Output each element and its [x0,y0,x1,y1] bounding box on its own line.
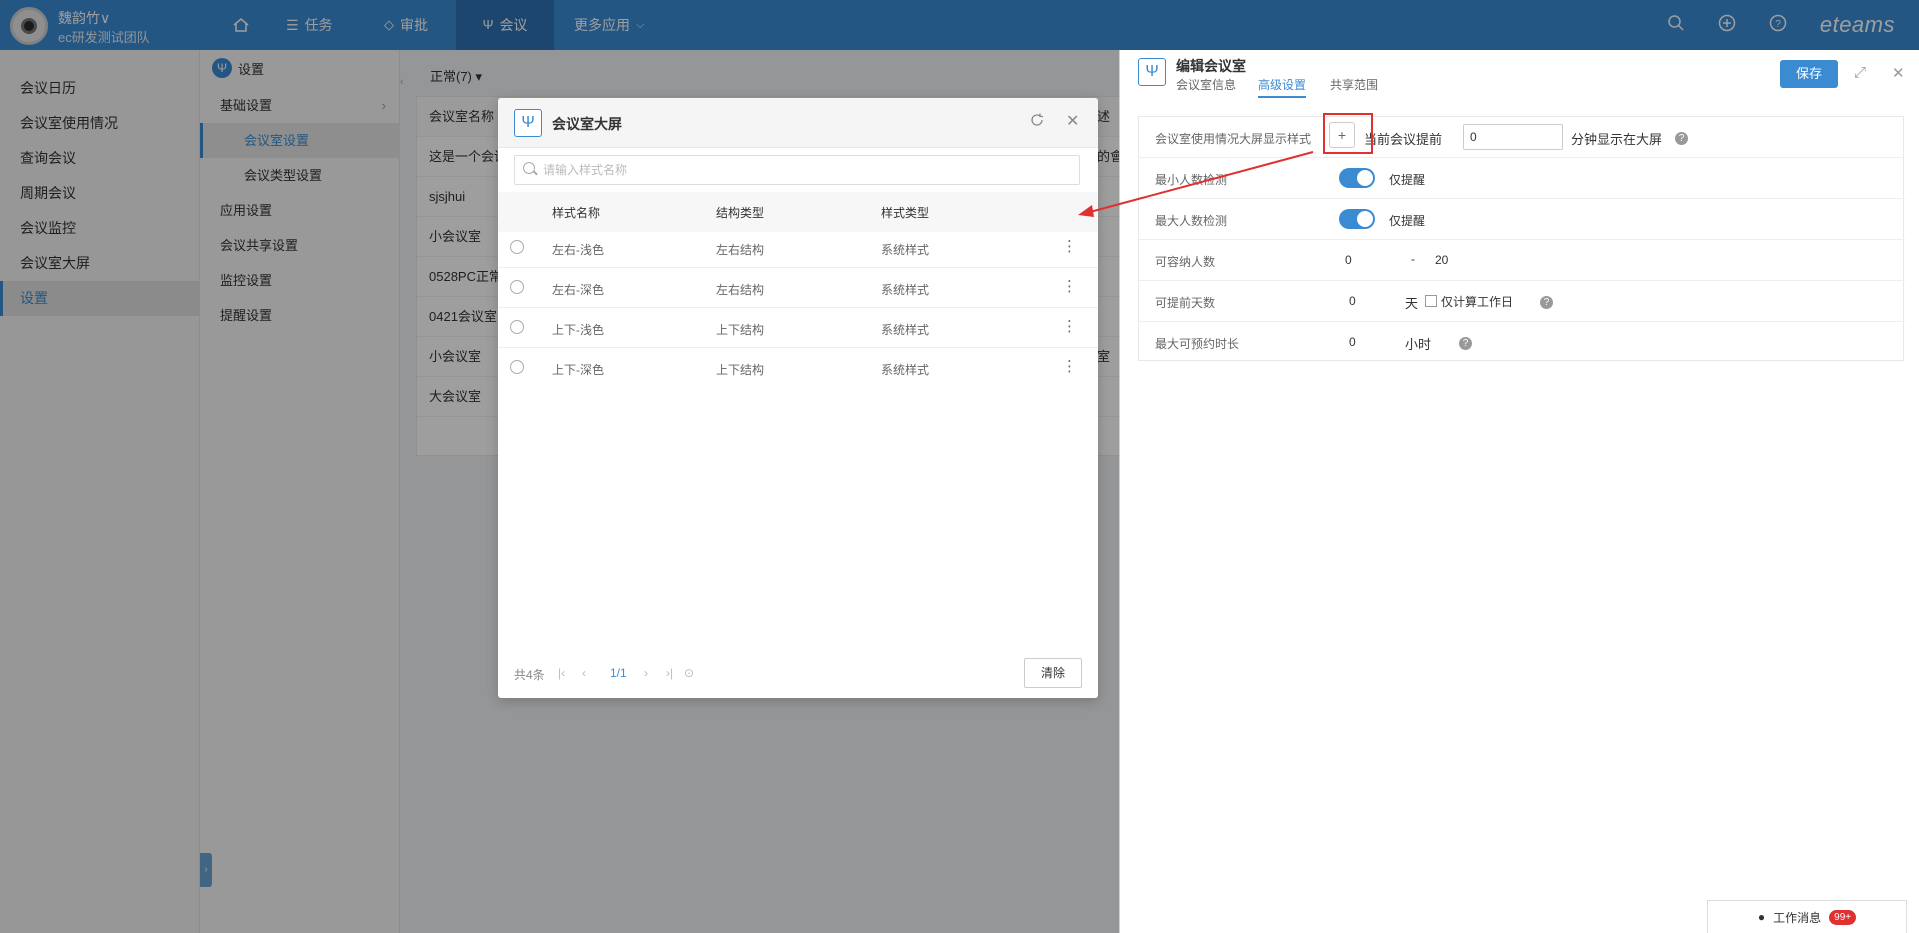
advance-days-row: 可提前天数 0 天 仅计算工作日 ? [1139,281,1905,322]
style-name: 上下-深色 [552,363,604,377]
first-page-icon[interactable]: |‹ [558,666,565,680]
total-count: 共4条 [514,668,545,682]
table-row[interactable]: 左右-深色 左右结构 系统样式 ⋮ [498,268,1098,308]
style-name: 左右-深色 [552,283,604,297]
style-name: 上下-浅色 [552,323,604,337]
tab-room-info[interactable]: 会议室信息 [1176,76,1236,98]
max-duration-label: 最大可预约时长 [1155,337,1240,351]
column-structure-type: 结构类型 [716,206,765,220]
close-icon[interactable]: ✕ [1066,113,1079,131]
last-page-icon[interactable]: ›| [666,666,673,680]
more-actions-icon[interactable]: ⋮ [1062,237,1077,257]
style-name: 左右-浅色 [552,243,604,257]
hours-unit: 小时 [1405,337,1432,352]
style-table-header: 样式名称 结构类型 样式类型 [498,192,1098,232]
refresh-icon[interactable] [1030,113,1044,132]
advance-days-input[interactable]: 0 [1349,294,1356,308]
table-row[interactable]: 上下-深色 上下结构 系统样式 ⋮ [498,348,1098,388]
screen-style-label: 会议室使用情况大屏显示样式 [1155,132,1312,146]
jump-page-icon[interactable]: ⊙ [684,666,694,680]
structure-type: 上下结构 [716,363,765,377]
style-type: 系统样式 [881,363,930,377]
save-button[interactable]: 保存 [1780,60,1838,88]
drawer-title: 编辑会议室 [1176,58,1246,74]
help-icon[interactable]: ? [1459,337,1472,350]
capacity-separator: - [1411,252,1415,266]
days-unit: 天 [1405,296,1419,311]
style-type: 系统样式 [881,243,930,257]
advanced-settings-form: 会议室使用情况大屏显示样式 当前会议提前 0 分钟显示在大屏 ? 最小人数检测 … [1138,116,1905,363]
dialog-header: Ψ 会议室大屏 ✕ [498,98,1098,148]
dialog-title: 会议室大屏 [552,116,622,132]
min-people-row: 最小人数检测 仅提醒 [1139,158,1905,199]
max-people-option: 仅提醒 [1389,214,1426,228]
min-people-label: 最小人数检测 [1155,173,1228,187]
row-radio[interactable] [510,280,524,294]
capacity-max-input[interactable]: 20 [1435,253,1448,267]
minutes-suffix: 分钟显示在大屏 [1571,132,1663,147]
column-style-type: 样式类型 [881,206,930,220]
next-page-icon[interactable]: › [644,666,648,680]
advance-days-label: 可提前天数 [1155,296,1216,310]
row-radio[interactable] [510,240,524,254]
structure-type: 左右结构 [716,283,765,297]
workday-only-label: 仅计算工作日 [1441,295,1514,309]
prev-page-icon[interactable]: ‹ [582,666,586,680]
search-icon [523,162,535,174]
max-duration-input[interactable]: 0 [1349,335,1356,349]
before-minutes-input[interactable]: 0 [1463,124,1563,150]
work-message-button[interactable]: ● 工作消息 99+ [1707,900,1907,933]
style-type: 系统样式 [881,323,930,337]
min-people-toggle[interactable] [1339,168,1375,188]
expand-icon[interactable]: ⤢ [1854,64,1866,81]
chat-icon: ● [1757,910,1766,924]
row-radio[interactable] [510,320,524,334]
page-indicator: 1/1 [610,666,627,680]
max-people-row: 最大人数检测 仅提醒 [1139,199,1905,240]
table-row[interactable]: 上下-浅色 上下结构 系统样式 ⋮ [498,308,1098,348]
style-search-input[interactable] [543,156,1073,184]
edit-room-drawer: Ψ 编辑会议室 会议室信息 高级设置 共享范围 保存 ⤢ ✕ 会议室使用情况大屏… [1119,50,1919,933]
meeting-logo-icon: Ψ [514,109,542,137]
capacity-row: 可容纳人数 0 - 20 [1139,240,1905,281]
before-meeting-label: 当前会议提前 [1364,132,1443,147]
close-icon[interactable]: ✕ [1892,64,1905,82]
max-people-toggle[interactable] [1339,209,1375,229]
help-icon[interactable]: ? [1675,132,1688,145]
unread-badge: 99+ [1829,909,1857,925]
max-people-label: 最大人数检测 [1155,214,1228,228]
screen-style-row: 会议室使用情况大屏显示样式 当前会议提前 0 分钟显示在大屏 ? [1139,117,1905,158]
more-actions-icon[interactable]: ⋮ [1062,317,1077,337]
tab-share-scope[interactable]: 共享范围 [1330,76,1378,98]
help-icon[interactable]: ? [1540,296,1553,309]
more-actions-icon[interactable]: ⋮ [1062,277,1077,297]
work-message-label: 工作消息 [1773,910,1822,925]
clear-button[interactable]: 清除 [1024,658,1082,688]
column-style-name: 样式名称 [552,206,601,220]
style-search [514,155,1080,185]
min-people-option: 仅提醒 [1389,173,1426,187]
big-screen-style-dialog: Ψ 会议室大屏 ✕ 样式名称 结构类型 样式类型 左右-浅色 左右结构 系统样式… [498,98,1098,698]
structure-type: 上下结构 [716,323,765,337]
meeting-logo-icon: Ψ [1138,58,1166,86]
capacity-label: 可容纳人数 [1155,255,1216,269]
workday-only-checkbox[interactable] [1425,295,1437,307]
annotation-highlight-box [1323,113,1373,154]
max-duration-row: 最大可预约时长 0 小时 ? [1139,322,1905,363]
row-radio[interactable] [510,360,524,374]
table-row[interactable]: 左右-浅色 左右结构 系统样式 ⋮ [498,228,1098,268]
style-type: 系统样式 [881,283,930,297]
more-actions-icon[interactable]: ⋮ [1062,357,1077,377]
structure-type: 左右结构 [716,243,765,257]
capacity-min-input[interactable]: 0 [1345,253,1352,267]
tab-advanced-settings[interactable]: 高级设置 [1258,76,1307,98]
